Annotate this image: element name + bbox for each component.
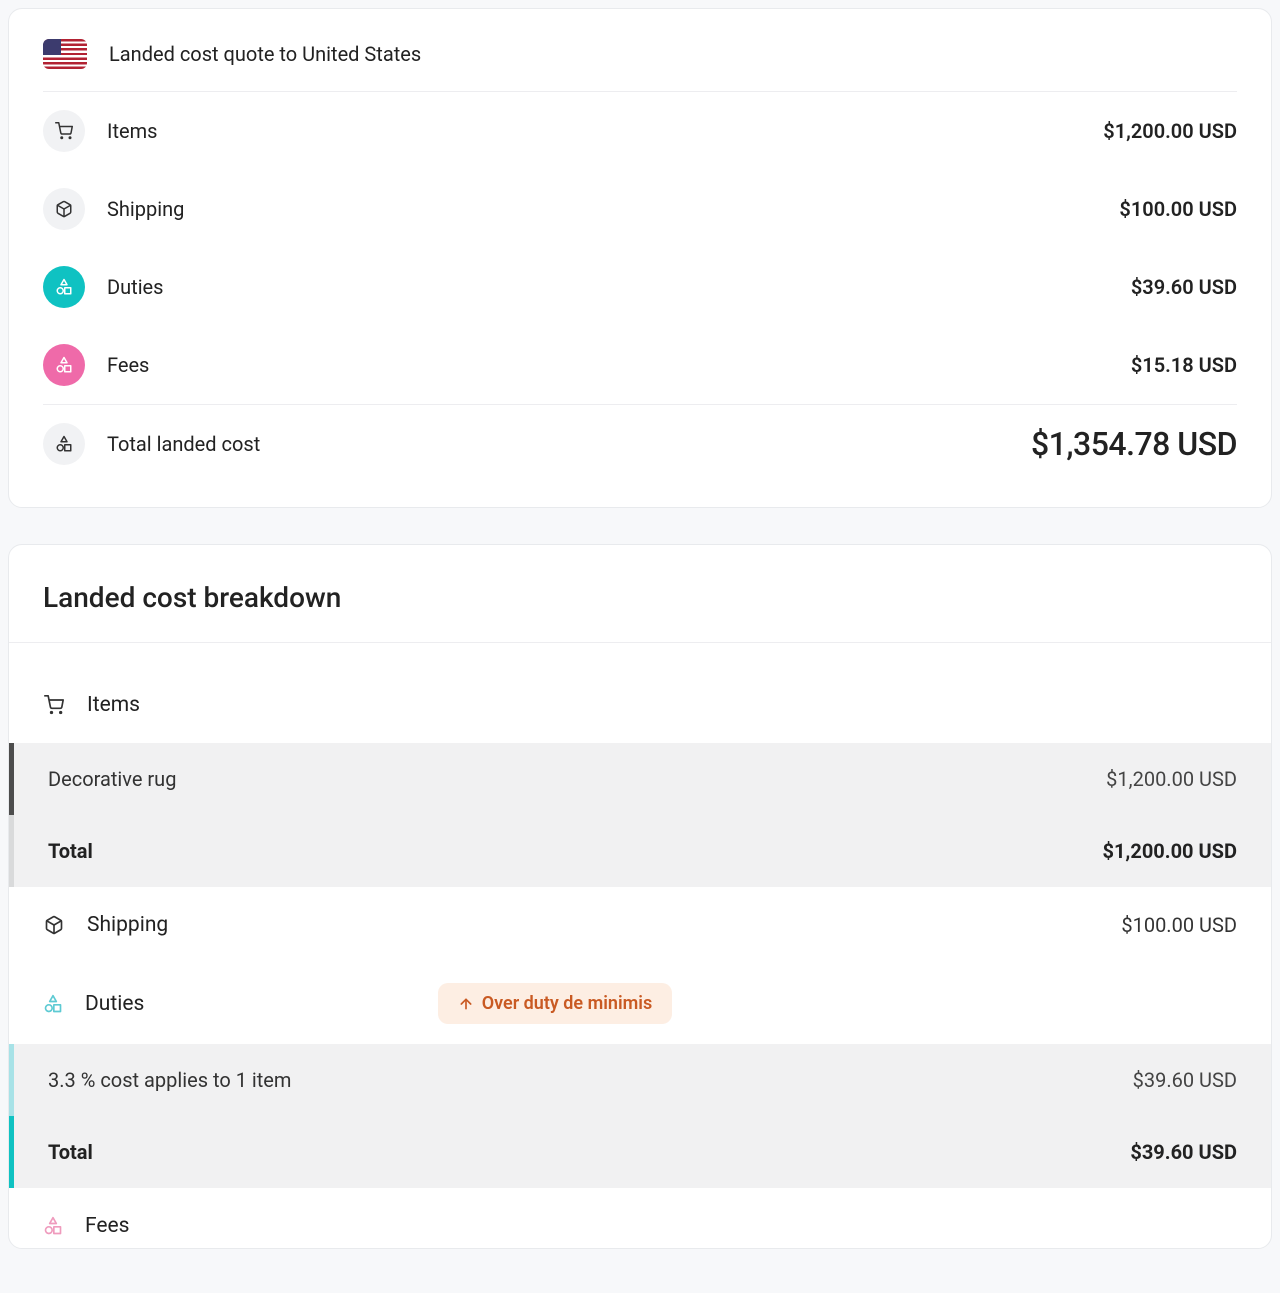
breakdown-duties-header: Duties Over duty de minimis (9, 963, 1271, 1044)
shapes-icon (43, 994, 63, 1014)
summary-fees-row: Fees $15.18 USD (43, 326, 1237, 404)
shapes-icon (43, 344, 85, 386)
breakdown-items-total-value: $1,200.00 USD (1102, 839, 1237, 863)
shipping-label: Shipping (107, 197, 184, 221)
summary-shipping-row: Shipping $100.00 USD (43, 170, 1237, 248)
breakdown-title: Landed cost breakdown (43, 581, 1237, 614)
breakdown-duties-block: 3.3 % cost applies to 1 item $39.60 USD … (9, 1044, 1271, 1188)
shapes-icon (43, 1216, 63, 1236)
summary-items-row: Items $1,200.00 USD (43, 92, 1237, 170)
landed-cost-summary-card: Landed cost quote to United States Items… (8, 8, 1272, 508)
items-label: Items (107, 119, 157, 143)
breakdown-item-name: Decorative rug (48, 767, 176, 791)
summary-title: Landed cost quote to United States (109, 42, 421, 66)
package-icon (43, 188, 85, 230)
breakdown-items-block: Decorative rug $1,200.00 USD Total $1,20… (9, 743, 1271, 887)
de-minimis-badge: Over duty de minimis (438, 983, 673, 1024)
summary-total-row: Total landed cost $1,354.78 USD (43, 404, 1237, 483)
cart-icon (43, 110, 85, 152)
breakdown-fees-label: Fees (85, 1214, 130, 1238)
fees-value: $15.18 USD (1131, 353, 1237, 377)
breakdown-items-total-label: Total (48, 839, 93, 863)
breakdown-shipping-row: Shipping $100.00 USD (9, 887, 1271, 963)
breakdown-items-total-row: Total $1,200.00 USD (9, 815, 1271, 887)
shipping-value: $100.00 USD (1119, 197, 1237, 221)
summary-header: Landed cost quote to United States (43, 39, 1237, 92)
landed-cost-breakdown-card: Landed cost breakdown Items Decorative r… (8, 544, 1272, 1249)
arrow-up-icon (458, 996, 474, 1012)
total-value: $1,354.78 USD (1031, 425, 1237, 463)
breakdown-duties-total-value: $39.60 USD (1130, 1140, 1237, 1164)
de-minimis-badge-label: Over duty de minimis (482, 993, 653, 1014)
breakdown-item-row: Decorative rug $1,200.00 USD (9, 743, 1271, 815)
breakdown-items-label: Items (87, 693, 140, 717)
shapes-icon (43, 423, 85, 465)
breakdown-duties-label: Duties (85, 992, 144, 1016)
breakdown-items-header: Items (9, 643, 1271, 743)
breakdown-duties-total-label: Total (48, 1140, 93, 1164)
items-value: $1,200.00 USD (1103, 119, 1237, 143)
us-flag-icon (43, 39, 87, 69)
breakdown-duties-item-value: $39.60 USD (1133, 1068, 1237, 1092)
fees-label: Fees (107, 353, 149, 377)
cart-icon (43, 695, 65, 715)
breakdown-shipping-label: Shipping (87, 913, 168, 937)
package-icon (43, 915, 65, 935)
shapes-icon (43, 266, 85, 308)
breakdown-shipping-value: $100.00 USD (1121, 913, 1237, 937)
breakdown-duties-item-label: 3.3 % cost applies to 1 item (48, 1068, 291, 1092)
total-label: Total landed cost (107, 432, 260, 456)
breakdown-fees-header: Fees (9, 1188, 1271, 1248)
summary-duties-row: Duties $39.60 USD (43, 248, 1237, 326)
breakdown-duties-item-row: 3.3 % cost applies to 1 item $39.60 USD (9, 1044, 1271, 1116)
breakdown-item-value: $1,200.00 USD (1106, 767, 1237, 791)
breakdown-duties-total-row: Total $39.60 USD (9, 1116, 1271, 1188)
duties-label: Duties (107, 275, 163, 299)
duties-value: $39.60 USD (1131, 275, 1237, 299)
breakdown-header: Landed cost breakdown (9, 545, 1271, 643)
